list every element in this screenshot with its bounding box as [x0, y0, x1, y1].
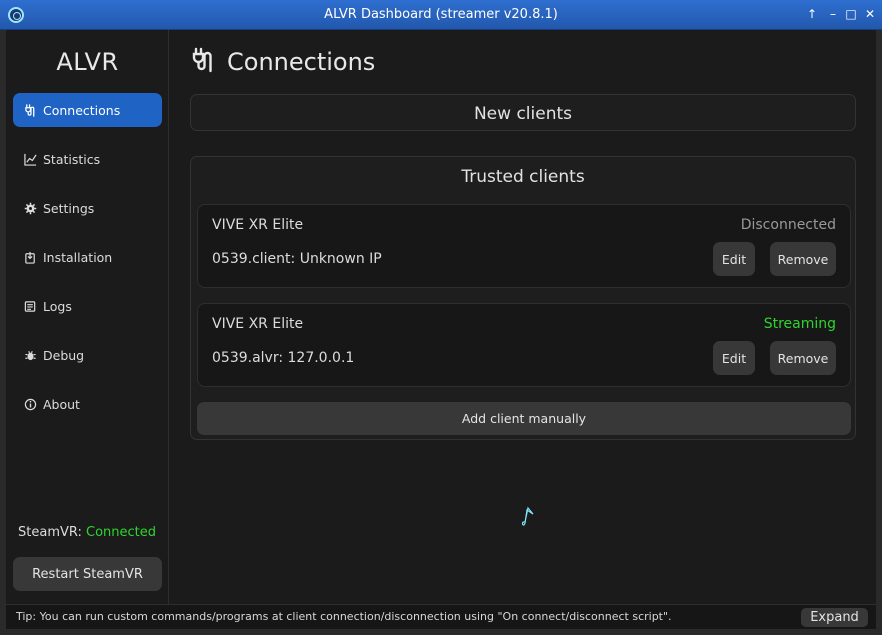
page-title: Connections — [227, 48, 376, 76]
sidebar-item-label: Connections — [43, 102, 121, 118]
window-title: ALVR Dashboard (streamer v20.8.1) — [324, 7, 558, 22]
tip-bar: Tip: You can run custom commands/program… — [6, 604, 876, 629]
sidebar-item-label: About — [43, 396, 80, 412]
steamvr-status: SteamVR: Connected — [18, 525, 156, 540]
page-header: Connections — [191, 47, 375, 77]
sidebar-item-installation[interactable]: Installation — [13, 240, 162, 274]
chart-icon — [23, 152, 37, 166]
maximize-icon[interactable]: □ — [843, 6, 859, 22]
remove-client-button[interactable]: Remove — [770, 242, 836, 276]
tip-text: Tip: You can run custom commands/program… — [16, 610, 672, 623]
sidebar-item-statistics[interactable]: Statistics — [13, 142, 162, 176]
mouse-cursor-icon — [520, 504, 536, 532]
client-name: VIVE XR Elite — [212, 217, 304, 233]
window-titlebar: ALVR Dashboard (streamer v20.8.1) ↑ – □ … — [0, 0, 882, 30]
sidebar-item-about[interactable]: About — [13, 387, 162, 421]
window-frame-right — [876, 30, 882, 635]
new-clients-panel: New clients — [190, 94, 856, 131]
gear-icon — [23, 201, 37, 215]
sidebar-item-connections[interactable]: Connections — [13, 93, 162, 127]
remove-client-button[interactable]: Remove — [770, 341, 836, 375]
pin-icon[interactable]: ↑ — [804, 6, 820, 22]
plug-icon — [23, 103, 37, 117]
expand-button[interactable]: Expand — [801, 608, 868, 627]
sidebar-item-label: Debug — [43, 347, 85, 363]
restart-steamvr-button[interactable]: Restart SteamVR — [13, 557, 162, 591]
sidebar-item-label: Settings — [43, 200, 95, 216]
client-status: Disconnected — [740, 217, 836, 233]
sidebar-item-label: Installation — [43, 249, 113, 265]
sidebar-item-settings[interactable]: Settings — [13, 191, 162, 225]
trusted-clients-title: Trusted clients — [461, 167, 585, 187]
install-icon — [23, 250, 37, 264]
logs-icon — [23, 299, 37, 313]
client-address: 0539.alvr: 127.0.0.1 — [212, 350, 355, 366]
add-client-manually-button[interactable]: Add client manually — [197, 402, 851, 435]
sidebar-item-label: Statistics — [43, 151, 101, 167]
plug-icon — [191, 47, 215, 77]
new-clients-title: New clients — [473, 104, 573, 124]
minimize-icon[interactable]: – — [825, 6, 841, 22]
brand-title: ALVR — [56, 48, 119, 76]
sidebar: ALVR Connections Statistics Settings Ins… — [6, 30, 169, 604]
close-icon[interactable]: ✕ — [862, 6, 878, 22]
window-frame-bottom — [0, 629, 882, 635]
client-status: Streaming — [763, 316, 836, 332]
trusted-client-card: VIVE XR Elite Streaming 0539.alvr: 127.0… — [197, 303, 851, 387]
bug-icon — [23, 348, 37, 362]
sidebar-item-logs[interactable]: Logs — [13, 289, 162, 323]
trusted-client-card: VIVE XR Elite Disconnected 0539.client: … — [197, 204, 851, 288]
edit-client-button[interactable]: Edit — [713, 341, 755, 375]
client-name: VIVE XR Elite — [212, 316, 304, 332]
steamvr-status-label: SteamVR: — [18, 525, 82, 540]
sidebar-item-label: Logs — [43, 298, 72, 314]
info-icon — [23, 397, 37, 411]
edit-client-button[interactable]: Edit — [713, 242, 755, 276]
client-address: 0539.client: Unknown IP — [212, 251, 382, 267]
sidebar-item-debug[interactable]: Debug — [13, 338, 162, 372]
steamvr-status-value: Connected — [86, 525, 157, 540]
trusted-clients-panel: Trusted clients VIVE XR Elite Disconnect… — [190, 156, 856, 440]
